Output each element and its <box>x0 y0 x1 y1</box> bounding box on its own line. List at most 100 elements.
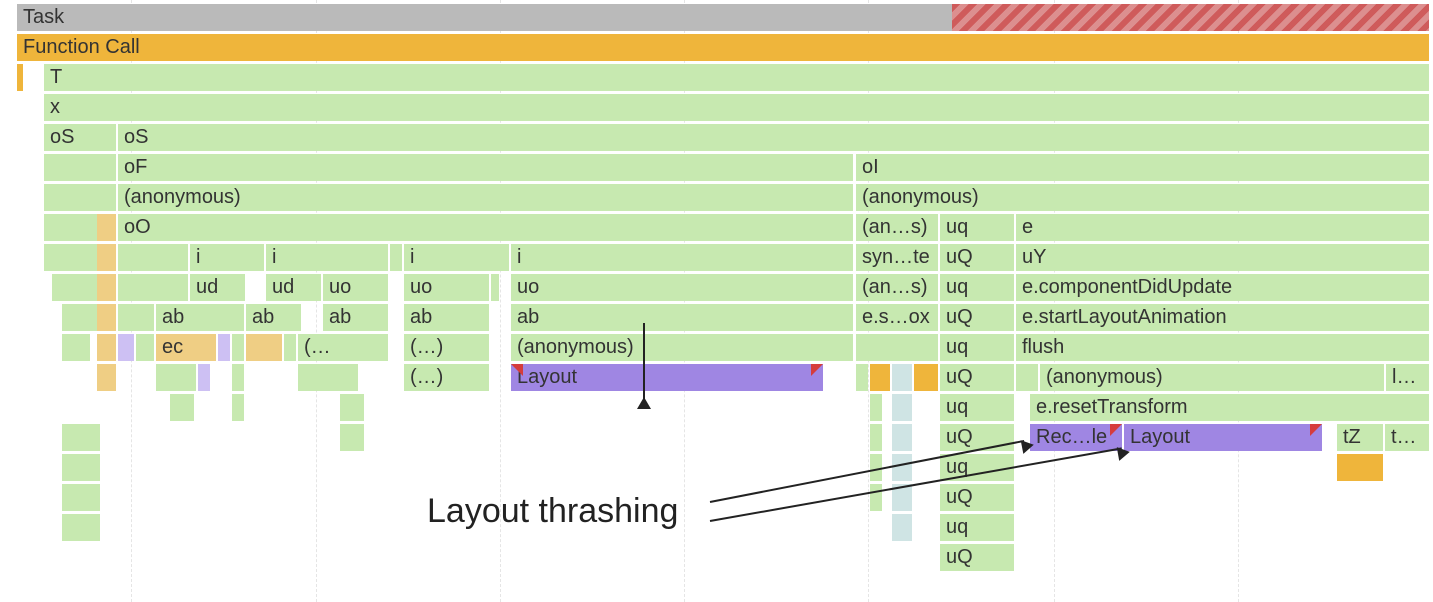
fn-bar[interactable]: uq <box>940 514 1014 541</box>
fn-bar[interactable] <box>246 334 282 361</box>
fn-bar[interactable]: oS <box>118 124 1429 151</box>
fn-bar[interactable]: oI <box>856 154 1429 181</box>
fn-bar[interactable] <box>97 304 116 331</box>
fn-bar[interactable]: uQ <box>940 424 1014 451</box>
fn-bar[interactable] <box>62 484 100 511</box>
fn-bar[interactable]: e.s…ox <box>856 304 938 331</box>
fn-bar[interactable]: i <box>511 244 853 271</box>
fn-bar[interactable] <box>17 64 23 91</box>
fn-bar[interactable] <box>892 364 912 391</box>
fn-bar[interactable]: uY <box>1016 244 1429 271</box>
fn-bar[interactable]: ab <box>404 304 489 331</box>
fn-bar[interactable] <box>232 334 244 361</box>
fn-bar[interactable]: ab <box>246 304 301 331</box>
fn-bar[interactable]: l… <box>1386 364 1429 391</box>
fn-bar[interactable]: i <box>266 244 388 271</box>
fn-bar[interactable] <box>340 424 364 451</box>
layout-bar[interactable]: Layout <box>511 364 823 391</box>
fn-bar[interactable]: ab <box>511 304 853 331</box>
fn-bar[interactable] <box>856 334 938 361</box>
fn-bar[interactable]: (anonymous) <box>1040 364 1384 391</box>
fn-bar[interactable]: ud <box>266 274 321 301</box>
fn-bar[interactable]: uQ <box>940 484 1014 511</box>
recalculate-style-bar[interactable]: Rec…le <box>1030 424 1122 451</box>
fn-bar[interactable] <box>97 334 116 361</box>
fn-bar[interactable]: (anonymous) <box>856 184 1429 211</box>
fn-bar[interactable]: e.componentDidUpdate <box>1016 274 1429 301</box>
fn-bar[interactable]: oS <box>44 124 116 151</box>
fn-bar[interactable] <box>1337 454 1383 481</box>
fn-bar[interactable]: ab <box>323 304 388 331</box>
flame-chart-canvas[interactable]: { "task_bar": { "label": "Task" }, "func… <box>0 0 1433 602</box>
fn-bar[interactable]: x <box>44 94 1429 121</box>
fn-bar[interactable] <box>892 424 912 451</box>
fn-bar[interactable] <box>298 364 358 391</box>
fn-bar[interactable]: (an…s) <box>856 214 938 241</box>
fn-bar[interactable]: uq <box>940 394 1014 421</box>
fn-bar[interactable]: e.startLayoutAnimation <box>1016 304 1429 331</box>
fn-bar[interactable]: t… <box>1385 424 1429 451</box>
fn-bar[interactable] <box>218 334 230 361</box>
fn-bar[interactable]: (…) <box>404 364 489 391</box>
fn-bar[interactable]: uo <box>404 274 489 301</box>
fn-bar[interactable]: (…) <box>404 334 489 361</box>
function-call-bar[interactable]: Function Call <box>17 34 1429 61</box>
fn-bar[interactable]: uq <box>940 214 1014 241</box>
fn-bar[interactable]: i <box>190 244 264 271</box>
layout-bar[interactable]: Layout <box>1124 424 1322 451</box>
fn-bar[interactable]: tZ <box>1337 424 1383 451</box>
fn-bar[interactable]: uo <box>323 274 388 301</box>
fn-bar[interactable] <box>914 364 938 391</box>
fn-bar[interactable] <box>892 454 912 481</box>
fn-bar[interactable]: uQ <box>940 544 1014 571</box>
fn-bar[interactable] <box>62 514 100 541</box>
fn-bar[interactable] <box>1016 364 1038 391</box>
fn-bar[interactable] <box>198 364 210 391</box>
fn-bar[interactable]: flush <box>1016 334 1429 361</box>
fn-bar[interactable] <box>118 274 188 301</box>
fn-bar[interactable] <box>118 244 188 271</box>
fn-bar[interactable] <box>97 214 116 241</box>
fn-bar[interactable]: i <box>404 244 509 271</box>
fn-bar[interactable] <box>62 334 90 361</box>
fn-bar[interactable] <box>156 364 196 391</box>
fn-bar[interactable]: uo <box>511 274 853 301</box>
fn-bar[interactable]: ab <box>156 304 244 331</box>
fn-bar[interactable] <box>232 364 244 391</box>
fn-bar[interactable] <box>170 394 194 421</box>
fn-bar[interactable]: (anonymous) <box>511 334 853 361</box>
fn-bar[interactable] <box>97 274 116 301</box>
fn-bar[interactable]: uQ <box>940 244 1014 271</box>
fn-bar[interactable] <box>491 274 499 301</box>
fn-bar[interactable] <box>44 154 116 181</box>
fn-bar[interactable] <box>892 394 912 421</box>
fn-bar[interactable] <box>390 244 402 271</box>
fn-bar[interactable] <box>870 394 882 421</box>
fn-bar[interactable] <box>870 424 882 451</box>
fn-bar[interactable]: uQ <box>940 364 1014 391</box>
fn-bar[interactable]: uq <box>940 334 1014 361</box>
fn-bar[interactable] <box>44 184 116 211</box>
fn-bar[interactable]: (an…s) <box>856 274 938 301</box>
fn-bar[interactable]: uQ <box>940 304 1014 331</box>
fn-bar[interactable]: ud <box>190 274 245 301</box>
fn-bar[interactable]: syn…te <box>856 244 938 271</box>
fn-bar[interactable]: T <box>44 64 1429 91</box>
fn-bar[interactable]: ec <box>156 334 216 361</box>
fn-bar[interactable] <box>284 334 296 361</box>
fn-bar[interactable] <box>62 424 100 451</box>
fn-bar[interactable] <box>97 364 116 391</box>
fn-bar[interactable]: e <box>1016 214 1429 241</box>
fn-bar[interactable] <box>892 514 912 541</box>
fn-bar[interactable]: uq <box>940 274 1014 301</box>
fn-bar[interactable] <box>118 334 134 361</box>
fn-bar[interactable] <box>62 454 100 481</box>
fn-bar[interactable] <box>232 394 244 421</box>
fn-bar[interactable]: e.resetTransform <box>1030 394 1429 421</box>
fn-bar[interactable] <box>118 304 154 331</box>
fn-bar[interactable] <box>340 394 364 421</box>
fn-bar[interactable]: (… <box>298 334 388 361</box>
fn-bar[interactable]: (anonymous) <box>118 184 853 211</box>
fn-bar[interactable] <box>136 334 154 361</box>
fn-bar[interactable] <box>870 484 882 511</box>
